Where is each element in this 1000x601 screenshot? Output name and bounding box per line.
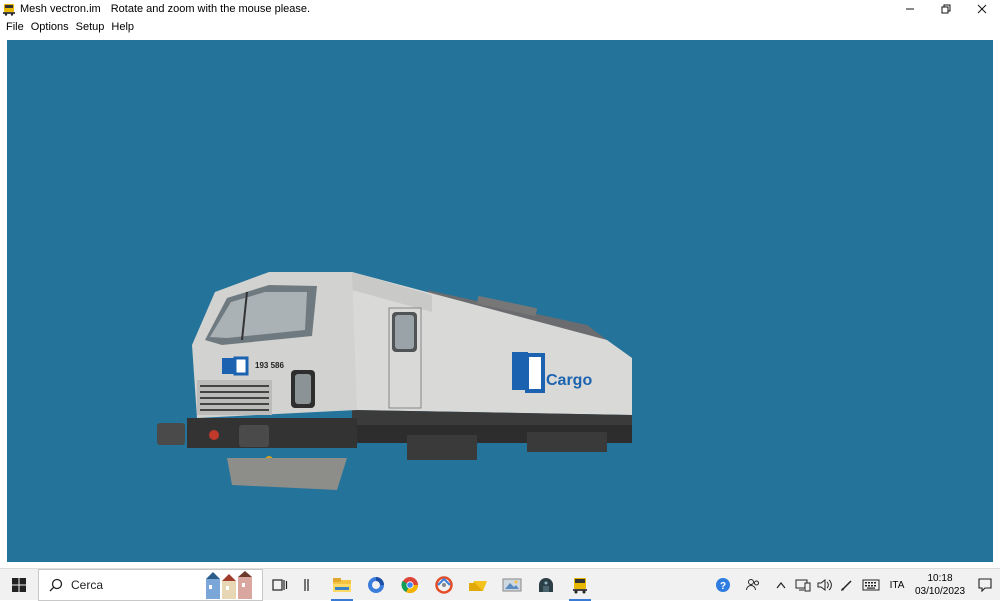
browser-button[interactable] [359, 569, 393, 601]
app-button[interactable] [427, 569, 461, 601]
search-box[interactable]: Cerca [38, 568, 263, 601]
browser-icon [368, 576, 384, 593]
search-highlight-icon [206, 570, 252, 599]
title-bar[interactable]: Mesh vectron.im Rotate and zoom with the… [0, 0, 1000, 18]
widgets-icon [304, 578, 309, 591]
window-title: Mesh vectron.im [20, 3, 101, 15]
3d-viewport[interactable]: 193 586 Cargo [7, 40, 993, 562]
help-tray-button[interactable]: ? [712, 569, 734, 601]
menu-bar: File Options Setup Help [0, 18, 1000, 35]
menu-setup[interactable]: Setup [74, 21, 110, 33]
network-icon [795, 579, 811, 592]
file-explorer-icon [333, 577, 351, 592]
menu-file[interactable]: File [4, 21, 29, 33]
photos-button[interactable] [495, 569, 529, 601]
clock-date: 03/10/2023 [914, 586, 966, 597]
restore-icon [941, 4, 951, 14]
minimize-button[interactable] [892, 0, 928, 18]
help-icon: ? [716, 578, 730, 592]
menu-help[interactable]: Help [109, 21, 139, 33]
locomotive-app-button[interactable] [563, 569, 597, 601]
close-icon [977, 4, 987, 14]
locomotive-model: 193 586 Cargo [157, 272, 632, 490]
system-tray: ? ITA 10:18 03/10/2023 [712, 569, 1000, 601]
close-button[interactable] [964, 0, 1000, 18]
chrome-button[interactable] [393, 569, 427, 601]
folder-icon [469, 580, 487, 591]
locomotive-icon [3, 4, 15, 16]
notification-icon [978, 578, 992, 593]
search-placeholder: Cerca [71, 577, 104, 592]
svg-text:?: ? [720, 581, 726, 592]
volume-tray-button[interactable] [814, 569, 836, 601]
window-controls [892, 0, 1000, 18]
keyboard-tray-button[interactable] [858, 569, 884, 601]
chrome-icon [401, 576, 419, 593]
photos-icon [502, 578, 522, 591]
start-button[interactable] [0, 569, 38, 601]
widgets-button[interactable] [297, 569, 317, 601]
clock-time: 10:18 [927, 573, 953, 584]
restore-button[interactable] [928, 0, 964, 18]
people-icon [746, 579, 759, 591]
minimize-icon [906, 8, 914, 10]
edit-tray-button[interactable] [836, 569, 858, 601]
taskbar: Cerca ? ITA 10:18 03/10/2023 [0, 568, 1000, 601]
dark-app-icon [539, 577, 553, 592]
loco-number: 193 586 [255, 361, 284, 370]
loco-brand: Cargo [546, 372, 592, 389]
menu-options[interactable]: Options [29, 21, 74, 33]
keyboard-icon [862, 579, 880, 591]
window-message: Rotate and zoom with the mouse please. [110, 3, 311, 15]
search-icon [49, 578, 63, 591]
clock[interactable]: 10:18 03/10/2023 [910, 572, 970, 598]
volume-icon [817, 579, 832, 591]
dark-app-button[interactable] [529, 569, 563, 601]
folder-button[interactable] [461, 569, 495, 601]
task-view-icon [272, 578, 288, 591]
network-tray-button[interactable] [792, 569, 814, 601]
locomotive-app-icon [573, 577, 587, 593]
language-indicator[interactable]: ITA [884, 580, 910, 591]
windows-icon [12, 577, 26, 592]
show-hidden-icons-button[interactable] [770, 569, 792, 601]
app-icon [435, 575, 453, 594]
pen-icon [841, 580, 852, 591]
task-view-button[interactable] [263, 569, 297, 601]
chevron-up-icon [776, 582, 786, 589]
file-explorer-button[interactable] [325, 569, 359, 601]
notification-center-button[interactable] [970, 569, 1000, 601]
people-tray-button[interactable] [742, 569, 764, 601]
